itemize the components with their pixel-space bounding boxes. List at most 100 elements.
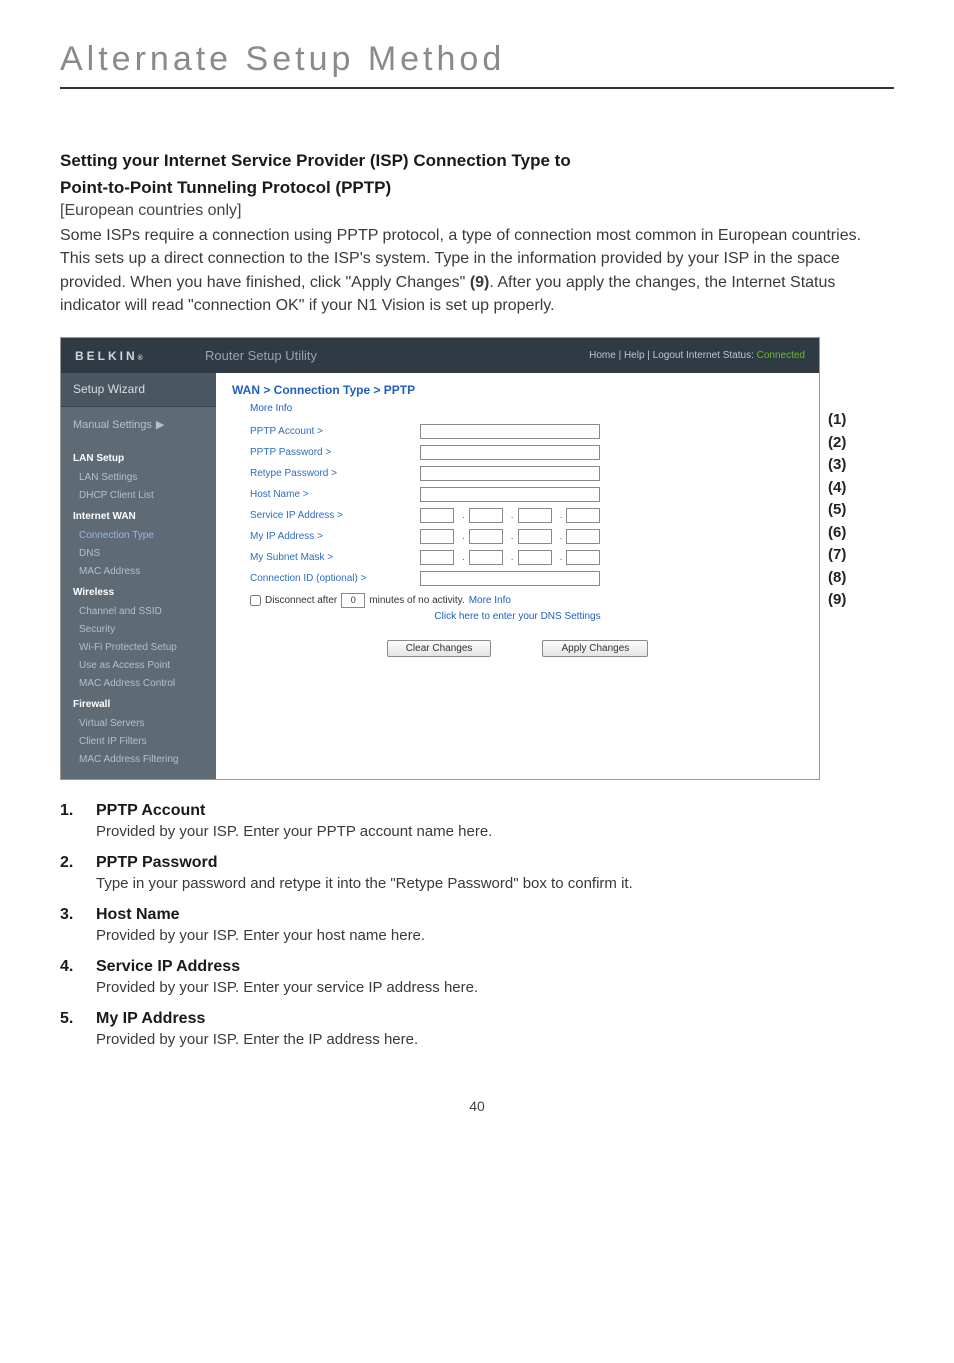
list-item-text: Type in your password and retype it into… [96, 873, 894, 894]
sidebar-item-dhcp-client-list[interactable]: DHCP Client List [61, 487, 216, 505]
subnet-octet-4[interactable] [566, 550, 600, 565]
list-item-number: 2. [60, 854, 96, 894]
list-item-number: 3. [60, 906, 96, 946]
retype-password-input[interactable] [420, 466, 600, 481]
dns-settings-link[interactable]: Click here to enter your DNS Settings [232, 611, 803, 622]
sidebar-item-security[interactable]: Security [61, 621, 216, 639]
list-item-title: PPTP Account [96, 802, 894, 820]
screenshot-header: BELKIN® Router Setup Utility Home | Help… [61, 338, 819, 373]
sidebar-item-virtual-servers[interactable]: Virtual Servers [61, 715, 216, 733]
breadcrumb: WAN > Connection Type > PPTP [232, 383, 803, 397]
manual-settings-label: Manual Settings [73, 419, 152, 431]
subnet-mask-label: My Subnet Mask > [250, 552, 420, 563]
dot-icon: . [560, 552, 563, 563]
brand-reg: ® [138, 355, 146, 362]
disconnect-minutes-input[interactable]: 0 [341, 593, 365, 608]
chevron-right-icon: ▶ [156, 417, 164, 435]
callout-7: (7) [828, 544, 846, 567]
list-item-title: PPTP Password [96, 854, 894, 872]
list-item-number: 4. [60, 958, 96, 998]
sidebar-group-wireless: Wireless [61, 581, 216, 603]
section-heading-line-1: Setting your Internet Service Provider (… [60, 149, 894, 174]
more-info-link[interactable]: More Info [250, 403, 803, 414]
sidebar-item-client-ip-filters[interactable]: Client IP Filters [61, 733, 216, 751]
sidebar: Setup Wizard Manual Settings▶ LAN Setup … [61, 373, 216, 779]
host-name-label: Host Name > [250, 489, 420, 500]
my-ip-octet-2[interactable] [469, 529, 503, 544]
dot-icon: . [511, 552, 514, 563]
callout-6: (6) [828, 522, 846, 545]
my-ip-label: My IP Address > [250, 531, 420, 542]
sidebar-item-mac-address[interactable]: MAC Address [61, 563, 216, 581]
list-item-text: Provided by your ISP. Enter your PPTP ac… [96, 821, 894, 842]
callout-1: (1) [828, 409, 846, 432]
manual-settings-button[interactable]: Manual Settings ▶ [61, 407, 216, 447]
list-item: 3. Host Name Provided by your ISP. Enter… [60, 906, 894, 946]
sidebar-item-mac-filtering[interactable]: MAC Address Filtering [61, 751, 216, 769]
callout-9: (9) [828, 589, 846, 612]
list-item-text: Provided by your ISP. Enter the IP addre… [96, 1029, 894, 1050]
service-ip-octet-3[interactable] [518, 508, 552, 523]
subnet-mask-group: . . . [420, 550, 604, 565]
host-name-input[interactable] [420, 487, 600, 502]
callout-column: (1) (2) (3) (4) (5) (6) (7) (8) (9) [820, 337, 846, 780]
list-item: 1. PPTP Account Provided by your ISP. En… [60, 802, 894, 842]
connection-id-input[interactable] [420, 571, 600, 586]
router-screenshot: BELKIN® Router Setup Utility Home | Help… [60, 337, 820, 780]
page-title: Alternate Setup Method [60, 40, 894, 89]
dot-icon: . [511, 531, 514, 542]
dot-icon: . [462, 552, 465, 563]
disconnect-checkbox[interactable] [250, 595, 261, 606]
sidebar-item-dns[interactable]: DNS [61, 545, 216, 563]
subnet-octet-3[interactable] [518, 550, 552, 565]
pptp-account-input[interactable] [420, 424, 600, 439]
subnet-octet-1[interactable] [420, 550, 454, 565]
section-body-ref: (9) [470, 274, 490, 291]
service-ip-label: Service IP Address > [250, 510, 420, 521]
service-ip-octet-4[interactable] [566, 508, 600, 523]
pptp-password-input[interactable] [420, 445, 600, 460]
dot-icon: . [560, 531, 563, 542]
callout-8: (8) [828, 567, 846, 590]
my-ip-octet-3[interactable] [518, 529, 552, 544]
my-ip-octet-4[interactable] [566, 529, 600, 544]
dot-icon: . [462, 531, 465, 542]
sidebar-item-access-point[interactable]: Use as Access Point [61, 657, 216, 675]
page-number: 40 [60, 1098, 894, 1114]
callout-2: (2) [828, 432, 846, 455]
clear-changes-button[interactable]: Clear Changes [387, 640, 492, 657]
retype-password-label: Retype Password > [250, 468, 420, 479]
brand-text: BELKIN [75, 349, 138, 363]
disconnect-suffix: minutes of no activity. [369, 595, 464, 606]
disconnect-more-info-link[interactable]: More Info [469, 595, 511, 606]
service-ip-group: . . . [420, 508, 604, 523]
section-body: Some ISPs require a connection using PPT… [60, 224, 894, 317]
sidebar-item-channel-ssid[interactable]: Channel and SSID [61, 603, 216, 621]
sidebar-group-lan: LAN Setup [61, 447, 216, 469]
setup-wizard-button[interactable]: Setup Wizard [61, 373, 216, 407]
sidebar-item-mac-control[interactable]: MAC Address Control [61, 675, 216, 693]
list-item-title: Service IP Address [96, 958, 894, 976]
my-ip-octet-1[interactable] [420, 529, 454, 544]
list-item-title: Host Name [96, 906, 894, 924]
list-item-number: 5. [60, 1010, 96, 1050]
header-links: Home | Help | Logout Internet Status: Co… [589, 350, 805, 361]
service-ip-octet-1[interactable] [420, 508, 454, 523]
disconnect-label: Disconnect after [265, 595, 337, 606]
header-links-prefix[interactable]: Home | Help | Logout Internet Status: [589, 350, 757, 361]
sidebar-group-firewall: Firewall [61, 693, 216, 715]
sidebar-item-lan-settings[interactable]: LAN Settings [61, 469, 216, 487]
my-ip-group: . . . [420, 529, 604, 544]
apply-changes-button[interactable]: Apply Changes [542, 640, 648, 657]
section-subnote: [European countries only] [60, 202, 894, 220]
list-item: 5. My IP Address Provided by your ISP. E… [60, 1010, 894, 1050]
dot-icon: . [462, 510, 465, 521]
sidebar-item-connection-type[interactable]: Connection Type [61, 527, 216, 545]
dot-icon: . [560, 510, 563, 521]
service-ip-octet-2[interactable] [469, 508, 503, 523]
list-item: 4. Service IP Address Provided by your I… [60, 958, 894, 998]
sidebar-item-wps[interactable]: Wi-Fi Protected Setup [61, 639, 216, 657]
callout-3: (3) [828, 454, 846, 477]
subnet-octet-2[interactable] [469, 550, 503, 565]
utility-title: Router Setup Utility [205, 348, 405, 363]
